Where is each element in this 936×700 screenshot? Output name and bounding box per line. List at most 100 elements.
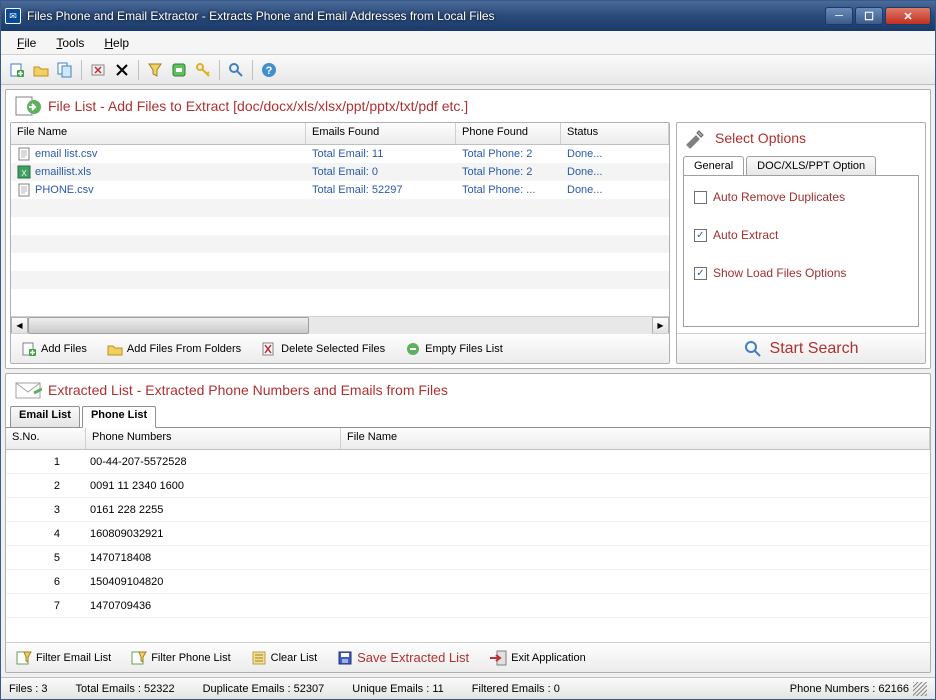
col-ext-filename[interactable]: File Name xyxy=(341,428,930,449)
statusbar: Files : 3 Total Emails : 52322 Duplicate… xyxy=(1,677,935,699)
filter-email-label: Filter Email List xyxy=(36,652,111,664)
col-sno[interactable]: S.No. xyxy=(6,428,86,449)
auto-extract-row[interactable]: ✓ Auto Extract xyxy=(694,228,908,242)
tb-separator xyxy=(138,60,139,80)
save-extracted-button[interactable]: Save Extracted List xyxy=(331,648,475,668)
tb-filter-icon[interactable] xyxy=(145,60,165,80)
auto-extract-checkbox[interactable]: ✓ xyxy=(694,229,707,242)
tb-save-icon[interactable] xyxy=(169,60,189,80)
status-unique-emails: Unique Emails : 11 xyxy=(352,683,444,695)
menu-help[interactable]: Help xyxy=(96,34,137,52)
extracted-row[interactable]: 6150409104820 xyxy=(6,570,930,594)
col-phone-numbers[interactable]: Phone Numbers xyxy=(86,428,341,449)
status-filtered-emails: Filtered Emails : 0 xyxy=(472,683,560,695)
empty-list-label: Empty Files List xyxy=(425,343,503,355)
phone-number-cell: 1470709436 xyxy=(86,600,341,612)
menubar: File Tools Help xyxy=(1,31,935,55)
col-phone[interactable]: Phone Found xyxy=(456,123,561,144)
status-total-emails: Total Emails : 52322 xyxy=(76,683,175,695)
minimize-button[interactable]: ─ xyxy=(825,7,853,25)
phone-cell: Total Phone: 2 xyxy=(456,165,561,179)
file-type-icon xyxy=(17,147,31,161)
extracted-row[interactable]: 20091 11 2340 1600 xyxy=(6,474,930,498)
phone-number-cell: 1470718408 xyxy=(86,552,341,564)
svg-text:?: ? xyxy=(266,65,273,77)
menu-file[interactable]: File xyxy=(9,34,44,52)
auto-remove-duplicates-checkbox[interactable] xyxy=(694,191,707,204)
add-folders-label: Add Files From Folders xyxy=(127,343,241,355)
col-status[interactable]: Status xyxy=(561,123,669,144)
file-name-cell: emaillist.xls xyxy=(35,166,91,178)
show-load-files-row[interactable]: ✓ Show Load Files Options xyxy=(694,266,908,280)
extracted-row[interactable]: 51470718408 xyxy=(6,546,930,570)
file-row[interactable]: PHONE.csvTotal Email: 52297Total Phone: … xyxy=(11,181,669,199)
file-name-cell: email list.csv xyxy=(35,148,97,160)
maximize-button[interactable]: ☐ xyxy=(855,7,883,25)
clear-list-button[interactable]: Clear List xyxy=(245,648,323,668)
status-cell: Done... xyxy=(561,165,669,179)
tab-doc[interactable]: DOC/XLS/PPT Option xyxy=(746,156,876,175)
scroll-left-arrow[interactable]: ◀ xyxy=(11,317,28,334)
empty-list-button[interactable]: Empty Files List xyxy=(399,339,509,359)
file-row[interactable] xyxy=(11,289,669,307)
col-filename[interactable]: File Name xyxy=(11,123,306,144)
filter-phone-button[interactable]: Filter Phone List xyxy=(125,648,236,668)
show-load-files-checkbox[interactable]: ✓ xyxy=(694,267,707,280)
envelope-icon xyxy=(14,378,42,402)
file-row[interactable] xyxy=(11,253,669,271)
resize-grip[interactable] xyxy=(913,682,927,696)
file-row[interactable] xyxy=(11,199,669,217)
start-search-button[interactable]: Start Search xyxy=(677,333,925,363)
extracted-row[interactable]: 71470709436 xyxy=(6,594,930,618)
tb-search-icon[interactable] xyxy=(226,60,246,80)
delete-selected-button[interactable]: Delete Selected Files xyxy=(255,339,391,359)
scroll-track[interactable] xyxy=(28,317,652,334)
tb-key-icon[interactable] xyxy=(193,60,213,80)
add-folders-button[interactable]: Add Files From Folders xyxy=(101,339,247,359)
options-tabs: General DOC/XLS/PPT Option xyxy=(677,153,925,175)
status-phone-numbers: Phone Numbers : 62166 xyxy=(790,683,909,695)
add-files-label: Add Files xyxy=(41,343,87,355)
tab-general[interactable]: General xyxy=(683,156,744,175)
sno-cell: 2 xyxy=(6,480,86,492)
add-files-button[interactable]: Add Files xyxy=(15,339,93,359)
tab-phone-list[interactable]: Phone List xyxy=(82,406,156,428)
toolbar: ? xyxy=(1,55,935,85)
extracted-grid-body[interactable]: 100-44-207-557252820091 11 2340 16003016… xyxy=(6,450,930,642)
options-title: Select Options xyxy=(715,130,806,146)
extracted-section: Extracted List - Extracted Phone Numbers… xyxy=(5,373,931,673)
extracted-row[interactable]: 4160809032921 xyxy=(6,522,930,546)
auto-remove-duplicates-row[interactable]: Auto Remove Duplicates xyxy=(694,190,908,204)
col-emails[interactable]: Emails Found xyxy=(306,123,456,144)
extracted-tabs: Email List Phone List xyxy=(6,406,930,428)
file-name-cell: PHONE.csv xyxy=(35,184,94,196)
extracted-row[interactable]: 100-44-207-5572528 xyxy=(6,450,930,474)
tb-delete-icon[interactable] xyxy=(88,60,108,80)
show-load-files-label: Show Load Files Options xyxy=(713,266,846,280)
scroll-thumb[interactable] xyxy=(28,317,309,334)
titlebar[interactable]: ✉ Files Phone and Email Extractor - Extr… xyxy=(1,1,935,31)
tb-add-folder-icon[interactable] xyxy=(31,60,51,80)
tb-add-file-icon[interactable] xyxy=(7,60,27,80)
tb-copy-icon[interactable] xyxy=(55,60,75,80)
file-row[interactable]: Xemaillist.xlsTotal Email: 0Total Phone:… xyxy=(11,163,669,181)
file-list-title: File List - Add Files to Extract [doc/do… xyxy=(48,98,468,114)
status-cell: Done... xyxy=(561,183,669,197)
extracted-row[interactable]: 30161 228 2255 xyxy=(6,498,930,522)
menu-tools[interactable]: Tools xyxy=(48,34,92,52)
file-row[interactable] xyxy=(11,217,669,235)
close-button[interactable]: ✕ xyxy=(885,7,931,25)
file-row[interactable] xyxy=(11,235,669,253)
phone-number-cell: 00-44-207-5572528 xyxy=(86,456,341,468)
tb-help-icon[interactable]: ? xyxy=(259,60,279,80)
exit-application-button[interactable]: Exit Application xyxy=(483,648,592,668)
scroll-right-arrow[interactable]: ▶ xyxy=(652,317,669,334)
tab-email-list[interactable]: Email List xyxy=(10,406,80,428)
file-row[interactable]: email list.csvTotal Email: 11Total Phone… xyxy=(11,145,669,163)
tb-clear-icon[interactable] xyxy=(112,60,132,80)
file-grid-hscrollbar[interactable]: ◀ ▶ xyxy=(11,316,669,333)
filter-email-button[interactable]: Filter Email List xyxy=(10,648,117,668)
phone-number-cell: 150409104820 xyxy=(86,576,341,588)
file-row[interactable] xyxy=(11,271,669,289)
file-grid-body[interactable]: email list.csvTotal Email: 11Total Phone… xyxy=(11,145,669,316)
